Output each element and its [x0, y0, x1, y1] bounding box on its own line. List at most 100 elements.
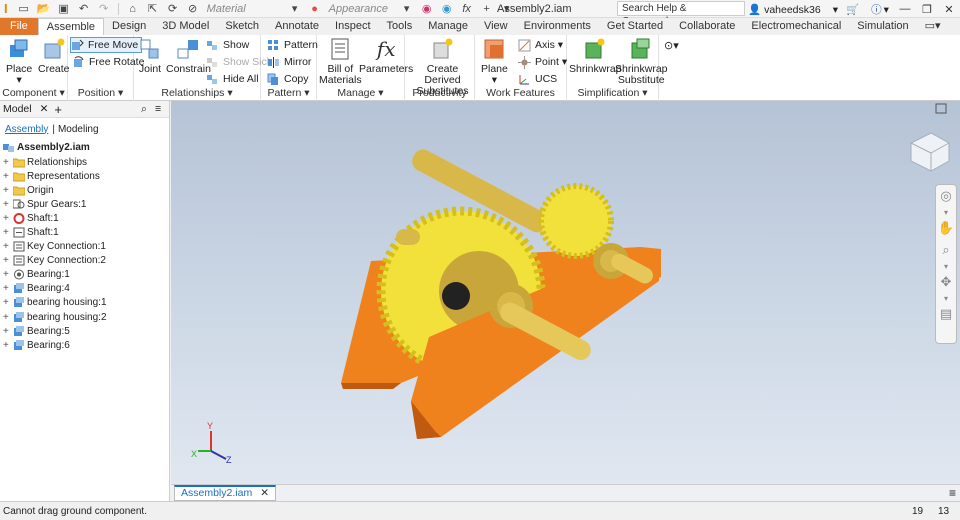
- add-tab-icon[interactable]: +: [54, 102, 62, 117]
- tree-item[interactable]: + Key Connection:1: [0, 240, 169, 254]
- tree-item[interactable]: + Spur Gears:1: [0, 197, 169, 211]
- chevron-down-icon[interactable]: ▾: [936, 207, 956, 217]
- tree-item[interactable]: + Key Connection:2: [0, 254, 169, 268]
- tree-item[interactable]: + bearing housing:1: [0, 296, 169, 310]
- select-icon[interactable]: ⇱: [145, 2, 161, 16]
- chevron-down-icon[interactable]: ▾: [287, 2, 303, 16]
- expand-icon[interactable]: +: [3, 297, 12, 308]
- fx-icon[interactable]: fx: [459, 2, 475, 16]
- copy-button[interactable]: Copy: [267, 71, 309, 87]
- chevron-down-icon[interactable]: ▾: [936, 261, 956, 271]
- steering-wheel-icon[interactable]: ◎: [936, 185, 956, 207]
- expand-icon[interactable]: +: [3, 312, 12, 323]
- show-button[interactable]: Show: [206, 37, 249, 53]
- panel-title-relationships[interactable]: Relationships ▾: [134, 87, 260, 99]
- tab-assemble[interactable]: Assemble: [37, 18, 105, 35]
- orbit-icon[interactable]: ✥: [936, 271, 956, 293]
- save-icon[interactable]: ▣: [56, 2, 72, 16]
- chevron-down-icon[interactable]: ▾: [936, 293, 956, 303]
- panel-title-simplification[interactable]: Simplification ▾: [567, 87, 658, 99]
- expand-icon[interactable]: +: [3, 213, 12, 224]
- search-icon[interactable]: ⌕: [141, 103, 147, 116]
- tab-electromechanical[interactable]: Electromechanical: [743, 18, 849, 35]
- tab-collaborate[interactable]: Collaborate: [671, 18, 743, 35]
- tab-annotate[interactable]: Annotate: [267, 18, 327, 35]
- ucs-button[interactable]: UCS: [518, 71, 557, 87]
- view-cube-icon[interactable]: [910, 132, 950, 172]
- free-move-button[interactable]: Free Move: [70, 37, 143, 53]
- menu-icon[interactable]: ≡: [155, 103, 161, 115]
- clear-appearance-icon[interactable]: ◉: [439, 2, 455, 16]
- panel-title-manage[interactable]: Manage ▾: [317, 87, 404, 99]
- left-shaft-stub[interactable]: [396, 229, 420, 245]
- close-button[interactable]: ✕: [938, 0, 960, 18]
- close-icon[interactable]: ✕: [260, 487, 269, 500]
- plane-button[interactable]: Plane ▾: [481, 37, 508, 86]
- expand-icon[interactable]: +: [3, 241, 12, 252]
- browser-tab-model[interactable]: Model: [3, 103, 32, 115]
- assembly-model[interactable]: Y Z X: [171, 101, 960, 484]
- home-icon[interactable]: ⌂: [125, 2, 141, 16]
- help-icon[interactable]: ⓘ: [871, 2, 882, 17]
- appearance-dropdown[interactable]: Appearance: [329, 3, 397, 15]
- bill-of-materials-button[interactable]: Bill of Materials: [319, 37, 362, 86]
- measure-icon[interactable]: ⊘: [185, 2, 201, 16]
- user-account[interactable]: 👤 vaheedsk36 ▾ 🛒 ⓘ ▾: [748, 2, 889, 17]
- restore-button[interactable]: ❐: [916, 0, 938, 18]
- zoom-icon[interactable]: ⌕: [936, 239, 956, 261]
- tree-item[interactable]: + Shaft:1: [0, 225, 169, 239]
- tree-item[interactable]: + Origin: [0, 183, 169, 197]
- tab-view[interactable]: View: [476, 18, 516, 35]
- expand-icon[interactable]: +: [3, 255, 12, 266]
- tab-manage[interactable]: Manage: [420, 18, 476, 35]
- open-icon[interactable]: 📂: [36, 2, 52, 16]
- tree-item[interactable]: + Shaft:1: [0, 211, 169, 225]
- tree-root[interactable]: Assembly2.iam: [0, 140, 169, 155]
- update-icon[interactable]: ⟳: [165, 2, 181, 16]
- tab-3d-model[interactable]: 3D Model: [154, 18, 217, 35]
- pan-icon[interactable]: ✋: [936, 217, 956, 239]
- expand-icon[interactable]: +: [3, 199, 12, 210]
- subtab-assembly[interactable]: Assembly: [5, 124, 48, 135]
- new-file-icon[interactable]: ▭: [16, 2, 32, 16]
- panel-title-pattern[interactable]: Pattern ▾: [261, 87, 316, 99]
- expand-icon[interactable]: +: [3, 340, 12, 351]
- shrinkwrap-substitute-button[interactable]: Shrinkwrap Substitute: [615, 37, 668, 86]
- expand-icon[interactable]: +: [3, 269, 12, 280]
- tree-item[interactable]: + Bearing:4: [0, 282, 169, 296]
- joint-button[interactable]: Joint: [138, 37, 162, 75]
- tab-simulation[interactable]: Simulation: [849, 18, 916, 35]
- tab-environments[interactable]: Environments: [516, 18, 599, 35]
- small-spur-gear[interactable]: [538, 183, 614, 259]
- app-logo-icon[interactable]: I: [4, 1, 8, 16]
- tree-item[interactable]: + Relationships: [0, 155, 169, 169]
- create-button[interactable]: Create: [38, 37, 70, 75]
- mirror-button[interactable]: Mirror: [267, 54, 311, 70]
- appearance-adjust-icon[interactable]: ◉: [419, 2, 435, 16]
- tab-get-started[interactable]: Get Started: [599, 18, 671, 35]
- expand-icon[interactable]: +: [3, 283, 12, 294]
- tree-item[interactable]: + Representations: [0, 169, 169, 183]
- tree-item[interactable]: + Bearing:5: [0, 324, 169, 338]
- tab-tools[interactable]: Tools: [379, 18, 421, 35]
- panel-title-position[interactable]: Position ▾: [68, 87, 133, 99]
- cart-icon[interactable]: 🛒: [846, 3, 859, 16]
- graphics-viewport[interactable]: Y Z X: [171, 101, 960, 484]
- chevron-down-icon[interactable]: ▾: [884, 4, 889, 16]
- tab-sketch[interactable]: Sketch: [217, 18, 267, 35]
- menu-icon[interactable]: ≡: [949, 486, 956, 500]
- chevron-down-icon[interactable]: ▾: [399, 2, 415, 16]
- tab-file[interactable]: File: [0, 18, 38, 35]
- plus-icon[interactable]: +: [479, 2, 495, 16]
- constrain-button[interactable]: Constrain: [166, 37, 211, 75]
- expand-icon[interactable]: +: [3, 185, 12, 196]
- axis-button[interactable]: Axis ▾: [518, 37, 563, 53]
- look-at-icon[interactable]: ▤: [936, 303, 956, 325]
- tree-item[interactable]: + bearing housing:2: [0, 310, 169, 324]
- ribbon-options-icon[interactable]: ▭▾: [917, 18, 949, 35]
- point-button[interactable]: Point ▾: [518, 54, 567, 70]
- expand-icon[interactable]: +: [3, 326, 12, 337]
- document-tab[interactable]: Assembly2.iam ✕: [174, 485, 277, 501]
- shrinkwrap-button[interactable]: Shrinkwrap: [569, 37, 622, 75]
- place-button[interactable]: Place ▾: [6, 37, 32, 86]
